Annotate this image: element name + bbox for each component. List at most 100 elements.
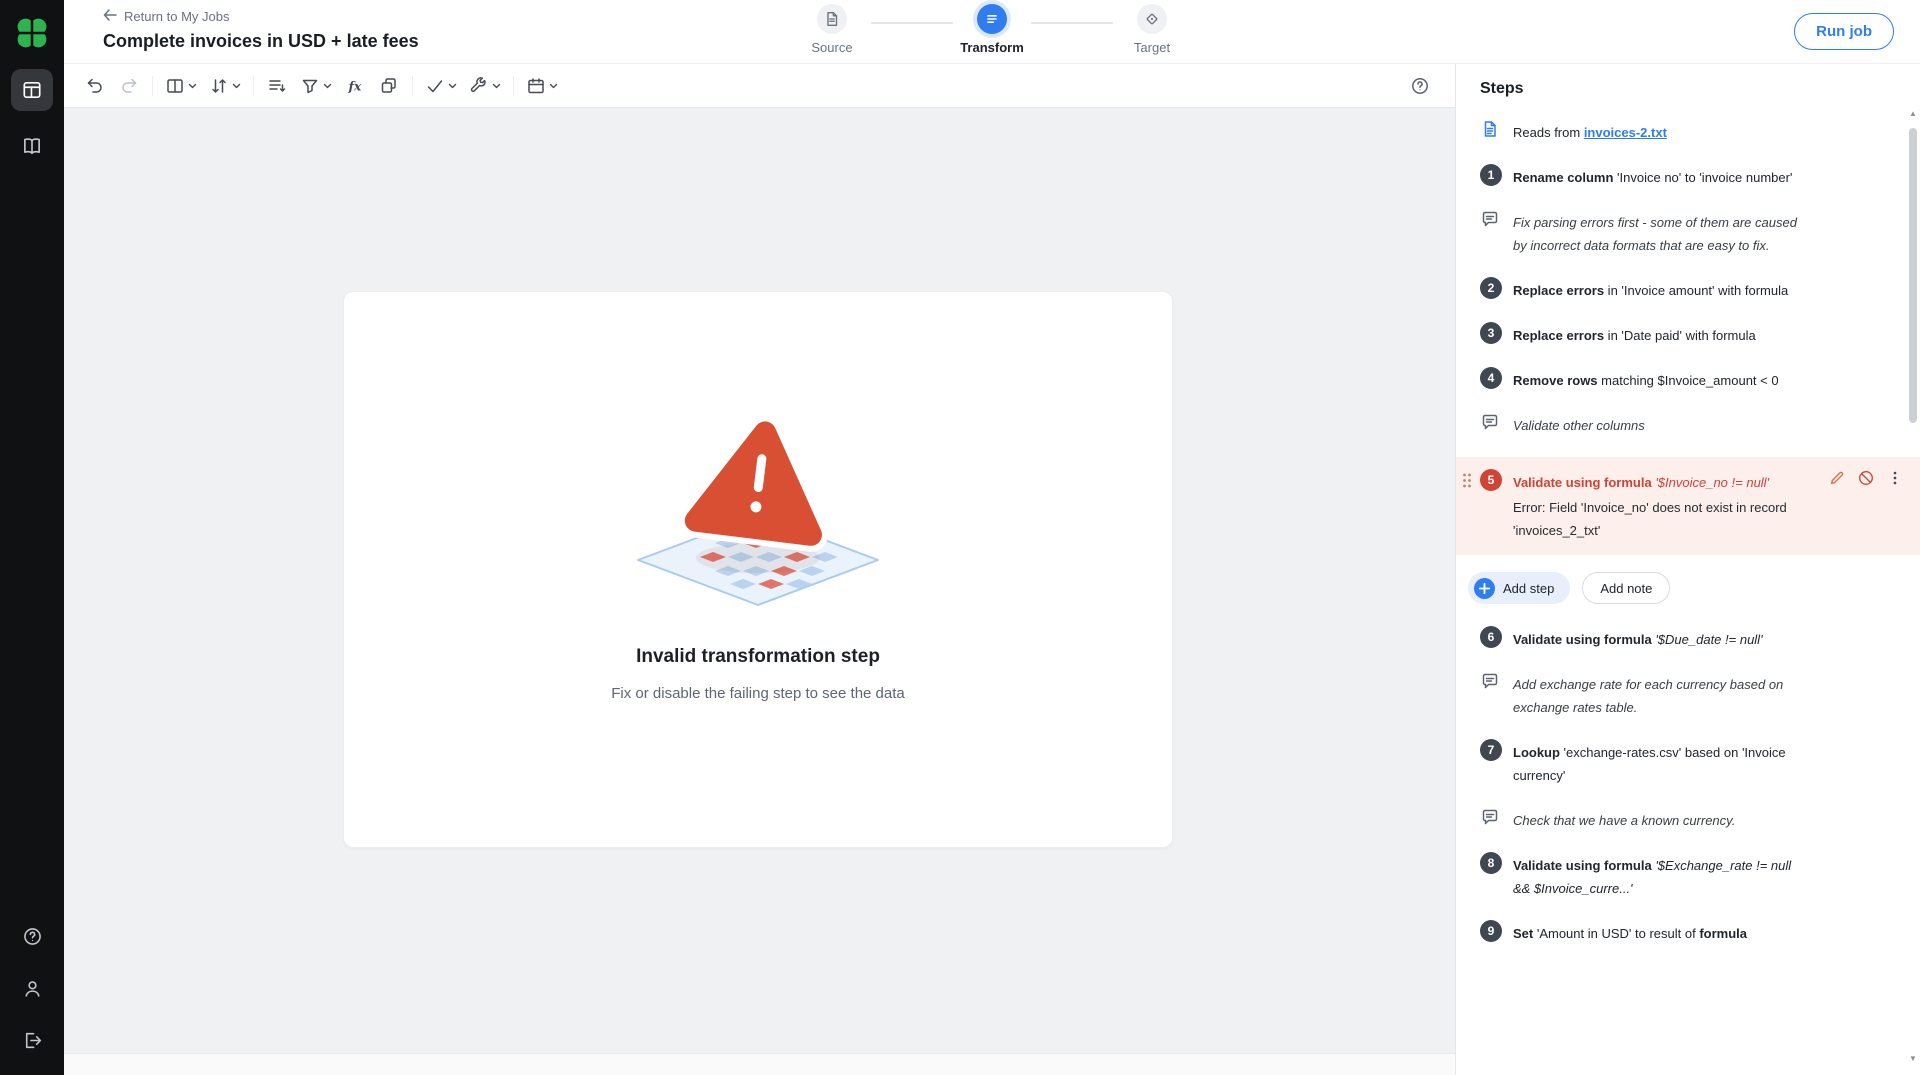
stepper-connector — [871, 22, 953, 24]
step-number-badge: 5 — [1480, 469, 1502, 491]
stepper-connector — [1031, 22, 1113, 24]
add-step-button[interactable]: Add step — [1468, 572, 1570, 604]
more-icon[interactable] — [1886, 469, 1904, 487]
step-text-segment: Reads from — [1513, 125, 1584, 140]
step-item[interactable]: 4 Remove rows matching $Invoice_amount < … — [1456, 367, 1920, 392]
calendar-icon[interactable] — [522, 71, 562, 101]
formula-icon[interactable]: fx — [340, 71, 370, 101]
step-number-badge: 7 — [1480, 739, 1502, 761]
sort-icon[interactable] — [205, 71, 245, 101]
step-item[interactable]: 2 Replace errors in 'Invoice amount' with… — [1456, 277, 1920, 302]
reads-file-icon — [1480, 119, 1502, 144]
page-title: Complete invoices in USD + late fees — [103, 31, 419, 52]
step-text: Validate using formula '$Exchange_rate !… — [1513, 852, 1801, 900]
step-text-segment: Remove rows — [1513, 373, 1598, 388]
step-item[interactable]: 6Validate using formula '$Due_date != nu… — [1456, 626, 1920, 651]
sign-out-icon[interactable] — [15, 1023, 49, 1057]
step-marker: 4 — [1480, 367, 1502, 392]
data-preview-canvas: Invalid transformation step Fix or disab… — [64, 108, 1455, 1075]
undo-icon[interactable] — [80, 71, 110, 101]
step-text-segment: Fix parsing errors first - some of them … — [1513, 215, 1797, 253]
columns-icon[interactable] — [161, 71, 201, 101]
step-item[interactable]: 9Set 'Amount in USD' to result of formul… — [1456, 920, 1920, 945]
step-item[interactable]: 7Lookup 'exchange-rates.csv' based on 'I… — [1456, 739, 1920, 787]
edit-icon[interactable] — [1828, 469, 1846, 487]
help-icon[interactable] — [15, 919, 49, 953]
step-item[interactable]: 1Rename column 'Invoice no' to 'invoice … — [1456, 164, 1920, 189]
back-to-jobs-link[interactable]: Return to My Jobs — [103, 9, 230, 24]
add-actions-row: Add step Add note — [1456, 572, 1920, 604]
wizard-step-source[interactable]: Source — [793, 4, 871, 55]
step-text-segment: Replace errors — [1513, 283, 1604, 298]
step-marker: 5 — [1480, 469, 1502, 542]
drag-handle-icon[interactable] — [1461, 472, 1472, 494]
step-item[interactable]: 8 Validate using formula '$Exchange_rate … — [1456, 852, 1920, 900]
top-header: Return to My Jobs Complete invoices in U… — [64, 0, 1920, 64]
steps-list: Reads from invoices-2.txt 1Rename column … — [1456, 119, 1920, 945]
step-text-segment: Rename column — [1513, 170, 1613, 185]
back-arrow-icon — [103, 9, 117, 24]
step-text: Replace errors in 'Invoice amount' with … — [1513, 277, 1801, 302]
target-diamond-icon — [1137, 4, 1167, 34]
step-text-segment: in 'Invoice amount' with formula — [1604, 283, 1788, 298]
step-number-badge: 4 — [1480, 367, 1502, 389]
step-number-badge: 3 — [1480, 322, 1502, 344]
account-icon[interactable] — [15, 971, 49, 1005]
redo-icon[interactable] — [114, 71, 144, 101]
step-text-segment: formula — [1699, 926, 1747, 941]
step-number-badge: 6 — [1480, 626, 1502, 648]
validate-icon[interactable] — [421, 71, 461, 101]
wrench-icon[interactable] — [465, 71, 505, 101]
plus-icon — [1474, 578, 1495, 599]
app-sidebar — [0, 0, 64, 1075]
add-note-button[interactable]: Add note — [1582, 572, 1670, 604]
toolbar-divider — [412, 76, 413, 96]
back-link-label: Return to My Jobs — [124, 9, 230, 24]
add-step-label: Add step — [1503, 581, 1554, 596]
step-text-segment: in 'Date paid' with formula — [1604, 328, 1756, 343]
disable-icon[interactable] — [1857, 469, 1875, 487]
help-icon[interactable] — [1405, 71, 1435, 101]
note-comment-icon — [1480, 671, 1502, 719]
note-item[interactable]: Validate other columns — [1456, 412, 1920, 437]
step-text-segment: Validate using formula — [1513, 858, 1652, 873]
step-text-segment: 'Amount in USD' to result of — [1533, 926, 1699, 941]
svg-text:fx: fx — [348, 78, 362, 93]
wizard-step-target[interactable]: Target — [1113, 4, 1191, 55]
empty-state-title: Invalid transformation step — [636, 646, 880, 668]
step-number-badge: 2 — [1480, 277, 1502, 299]
scroll-down-arrow-icon[interactable]: ▼ — [1907, 1053, 1919, 1065]
step-text-segment: Check that we have a known currency. — [1513, 813, 1735, 828]
validation-error-step[interactable]: 5 Validate using formula '$Invoice_no != … — [1456, 457, 1920, 555]
step-text-segment: Validate using formula — [1513, 632, 1652, 647]
note-comment-icon — [1480, 412, 1502, 437]
wizard-step-label: Source — [811, 40, 852, 55]
scroll-up-arrow-icon[interactable]: ▲ — [1907, 108, 1919, 120]
note-item[interactable]: Check that we have a known currency. — [1456, 807, 1920, 832]
clover-logo[interactable] — [10, 11, 54, 55]
note-item[interactable]: Fix parsing errors first - some of them … — [1456, 209, 1920, 257]
duplicate-icon[interactable] — [374, 71, 404, 101]
note-item[interactable]: Add exchange rate for each currency base… — [1456, 671, 1920, 719]
run-job-button[interactable]: Run job — [1794, 13, 1894, 50]
filter-icon[interactable] — [296, 71, 336, 101]
source-step-item[interactable]: Reads from invoices-2.txt — [1456, 119, 1920, 144]
scrollbar-thumb[interactable] — [1909, 128, 1917, 423]
steps-scrollbar: ▲ ▼ — [1907, 110, 1919, 1051]
workspace-grid-icon[interactable] — [11, 69, 53, 111]
horizontal-scroll-strip[interactable] — [64, 1053, 1455, 1075]
error-step-body: Validate using formula '$Invoice_no != n… — [1513, 469, 1858, 542]
rows-icon[interactable] — [262, 71, 292, 101]
source-file-link[interactable]: invoices-2.txt — [1584, 125, 1667, 140]
source-file-icon — [817, 4, 847, 34]
transform-toolbar: fx — [64, 64, 1455, 108]
library-book-icon[interactable] — [11, 125, 53, 167]
step-text: Remove rows matching $Invoice_amount < 0 — [1513, 367, 1801, 392]
step-text: Rename column 'Invoice no' to 'invoice n… — [1513, 164, 1801, 189]
step-number-badge: 8 — [1480, 852, 1502, 874]
pipeline-stepper: Source Transform Target — [793, 4, 1191, 55]
step-item[interactable]: 3Replace errors in 'Date paid' with form… — [1456, 322, 1920, 347]
wizard-step-transform[interactable]: Transform — [953, 4, 1031, 55]
invalid-step-card: Invalid transformation step Fix or disab… — [343, 291, 1173, 848]
toolbar-divider — [513, 76, 514, 96]
